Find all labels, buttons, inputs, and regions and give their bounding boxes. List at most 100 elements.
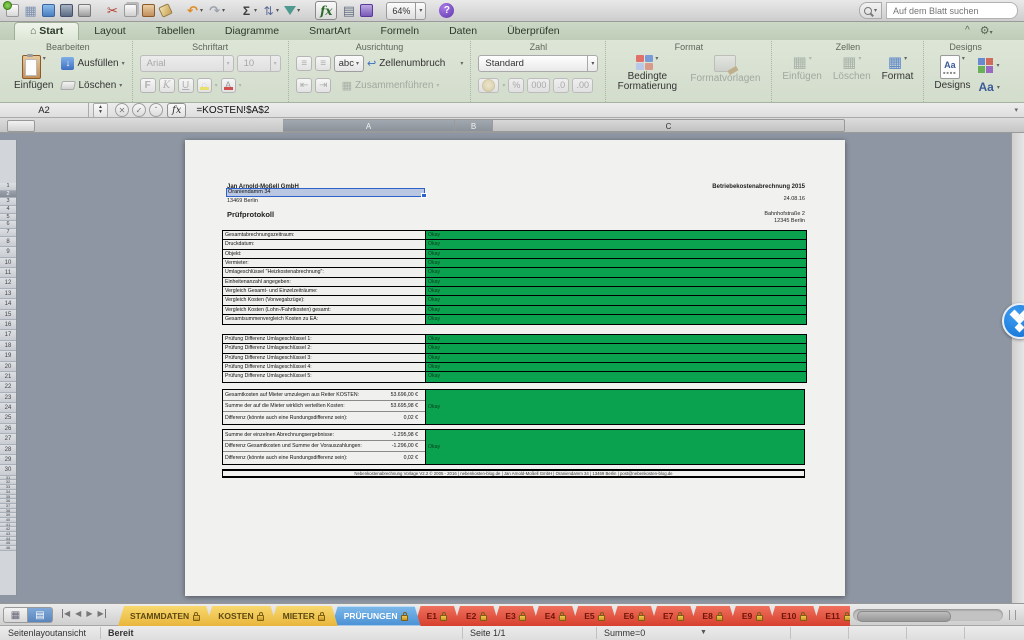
sheet-tab[interactable]: PRÜFUNGEN (332, 606, 421, 626)
indent-increase-icon[interactable]: ⇥ (315, 78, 331, 93)
themes-button[interactable]: Aa■■■■▾ Designs (931, 54, 973, 92)
summary-label-cell[interactable]: Summe der auf die Mieter wirklich vertei… (223, 403, 345, 409)
next-sheet-icon[interactable]: ▶ (86, 609, 92, 618)
wrap-text-button[interactable]: Zellenumbruch (379, 58, 445, 69)
check-label-cell[interactable]: Vergleich Kosten (Vorwegabzüge): (223, 296, 426, 304)
print-icon[interactable]: ▾ (78, 2, 91, 19)
name-box-stepper[interactable]: ▲▼ (93, 103, 108, 118)
row-header[interactable]: 13 (0, 289, 16, 299)
sheet-tab[interactable]: E9 (730, 606, 775, 626)
check-label-cell[interactable]: Prüfung Differenz Umlageschlüssel 2: (223, 344, 426, 352)
last-sheet-icon[interactable]: ▶ (97, 609, 105, 618)
row-header[interactable]: 8 (0, 237, 16, 247)
save-icon[interactable]: ▾ (60, 2, 73, 19)
check-label-cell[interactable]: Vergleich Kosten (Lohn-/Fahrtkosten) ges… (223, 306, 426, 314)
check-label-cell[interactable]: Vergleich Gesamt- und Einzelzeiträume: (223, 287, 426, 295)
row-header[interactable]: 24 (0, 403, 16, 413)
check-label-cell[interactable]: Prüfung Differenz Umlageschlüssel 1: (223, 335, 426, 343)
check-label-cell[interactable]: Prüfung Differenz Umlageschlüssel 4: (223, 363, 426, 371)
percent-button[interactable]: % (508, 78, 524, 93)
summary-label-cell[interactable]: Summe der einzelnen Abrechnungsergebniss… (223, 432, 334, 438)
ribbon-tab[interactable]: Formeln (366, 23, 435, 40)
summary-status-cell[interactable]: Okay (426, 390, 804, 424)
ribbon-tab[interactable]: Überprüfen (492, 23, 575, 40)
formula-input[interactable]: =KOSTEN!$A$2 (196, 105, 269, 116)
row-header[interactable]: 46 (0, 546, 16, 551)
decrease-decimal-button[interactable]: .00 (572, 78, 593, 93)
row-header[interactable]: 7 (0, 229, 16, 237)
thousands-button[interactable]: 000 (527, 78, 550, 93)
undo-icon[interactable]: ↶▾ (186, 2, 203, 19)
row-header[interactable]: 9 (0, 247, 16, 257)
fill-color-button[interactable]: ◌ (197, 78, 212, 93)
sheet-tab[interactable]: MIETER (271, 606, 338, 626)
sort-icon[interactable]: ⇅▾ (262, 2, 279, 19)
summary-value-cell[interactable]: 0,02 € (404, 415, 425, 421)
sheet-tab[interactable]: E11 (813, 606, 850, 626)
show-formulas-icon[interactable]: ▤▾ (342, 2, 355, 19)
sheet-tab[interactable]: STAMMDATEN (118, 606, 212, 626)
sheet-tab[interactable]: E6 (612, 606, 657, 626)
row-header[interactable]: 14 (0, 299, 16, 309)
check-status-cell[interactable]: Okay (426, 363, 806, 371)
check-status-cell[interactable]: Okay (426, 344, 806, 352)
summary-label-cell[interactable]: Differenz (könnte auch eine Rundungsdiff… (223, 455, 347, 461)
ribbon-tab[interactable]: Daten (434, 23, 492, 40)
indent-decrease-icon[interactable]: ⇤ (296, 78, 312, 93)
copy-icon[interactable]: ▾ (124, 2, 137, 19)
check-label-cell[interactable]: Umlageschlüssel "Heizkostenabrechnung": (223, 268, 426, 276)
sheet-tab[interactable]: E8 (690, 606, 735, 626)
accept-icon[interactable]: ✓ (132, 103, 146, 117)
horizontal-scrollbar-thumb[interactable] (857, 611, 951, 622)
check-label-cell[interactable]: Prüfung Differenz Umlageschlüssel 3: (223, 354, 426, 362)
row-header[interactable]: 5 (0, 214, 16, 222)
check-status-cell[interactable]: Okay (426, 278, 806, 286)
name-box[interactable]: A2 (0, 103, 89, 118)
insert-cells-button[interactable]: ▦▾ Einfügen (779, 54, 824, 83)
delete-cells-button[interactable]: ▦▾ Löschen (830, 54, 874, 83)
check-label-cell[interactable]: Vermieter: (223, 259, 426, 267)
normal-view-button[interactable]: ▦ (3, 607, 28, 623)
row-header[interactable]: 25 (0, 413, 16, 423)
row-header[interactable]: 27 (0, 434, 16, 444)
ribbon-tab[interactable]: Start (14, 22, 79, 40)
sheet-tab[interactable]: E2 (454, 606, 499, 626)
row-header[interactable]: 10 (0, 258, 16, 268)
ribbon-collapse-icon[interactable]: ^ (965, 25, 970, 36)
cell-styles-button[interactable]: Formatvorlagen (686, 54, 764, 85)
row-header[interactable]: 15 (0, 310, 16, 320)
switch-windows-icon[interactable]: ▾ (360, 2, 373, 19)
protocol-title-cell[interactable]: Prüfprotokoll (227, 210, 274, 219)
font-size-select[interactable]: 10▾ (237, 55, 281, 72)
scrollbar-resize-handle[interactable] (1009, 610, 1016, 620)
row-header[interactable]: 1 (0, 183, 16, 191)
check-label-cell[interactable]: Objekt: (223, 250, 426, 258)
conditional-formatting-button[interactable]: ▾ Bedingte Formatierung (613, 54, 681, 93)
currency-button[interactable] (478, 78, 499, 93)
theme-fonts-button[interactable]: Aa ▾ (978, 78, 999, 96)
search-scope-button[interactable]: ▾ (859, 2, 882, 19)
row-header[interactable]: 2 (0, 191, 16, 199)
check-status-cell[interactable]: Okay (426, 354, 806, 362)
row-header[interactable]: 4 (0, 206, 16, 214)
cut-icon[interactable]: ✂▾ (106, 2, 119, 19)
sum-dropdown-icon[interactable]: ▼ (700, 626, 707, 640)
sheet-tab[interactable]: E10 (769, 606, 819, 626)
zoom-dropdown-icon[interactable]: ▾ (415, 3, 425, 19)
object-street-cell[interactable]: Bahnhofstraße 2 (764, 211, 805, 217)
align-middle-icon[interactable]: ≡ (315, 56, 331, 71)
object-city-cell[interactable]: 12345 Berlin (774, 218, 805, 224)
workbook-gallery-icon[interactable]: ▦▾ (24, 2, 37, 19)
row-header[interactable]: 29 (0, 455, 16, 465)
check-status-cell[interactable]: Okay (426, 296, 806, 304)
column-header[interactable]: C (493, 119, 845, 132)
expand-icon[interactable]: ˆ (149, 103, 163, 117)
filter-icon[interactable]: ▾ (284, 2, 300, 19)
doc-title-cell[interactable]: Betriebekostenabrechnung 2015 (712, 184, 805, 190)
check-status-cell[interactable]: Okay (426, 372, 806, 381)
font-color-button[interactable]: A (221, 78, 236, 93)
row-header[interactable]: 3 (0, 198, 16, 206)
check-status-cell[interactable]: Okay (426, 268, 806, 276)
autosum-icon[interactable]: Σ▾ (240, 2, 257, 19)
sheet-tab[interactable]: E1 (415, 606, 460, 626)
